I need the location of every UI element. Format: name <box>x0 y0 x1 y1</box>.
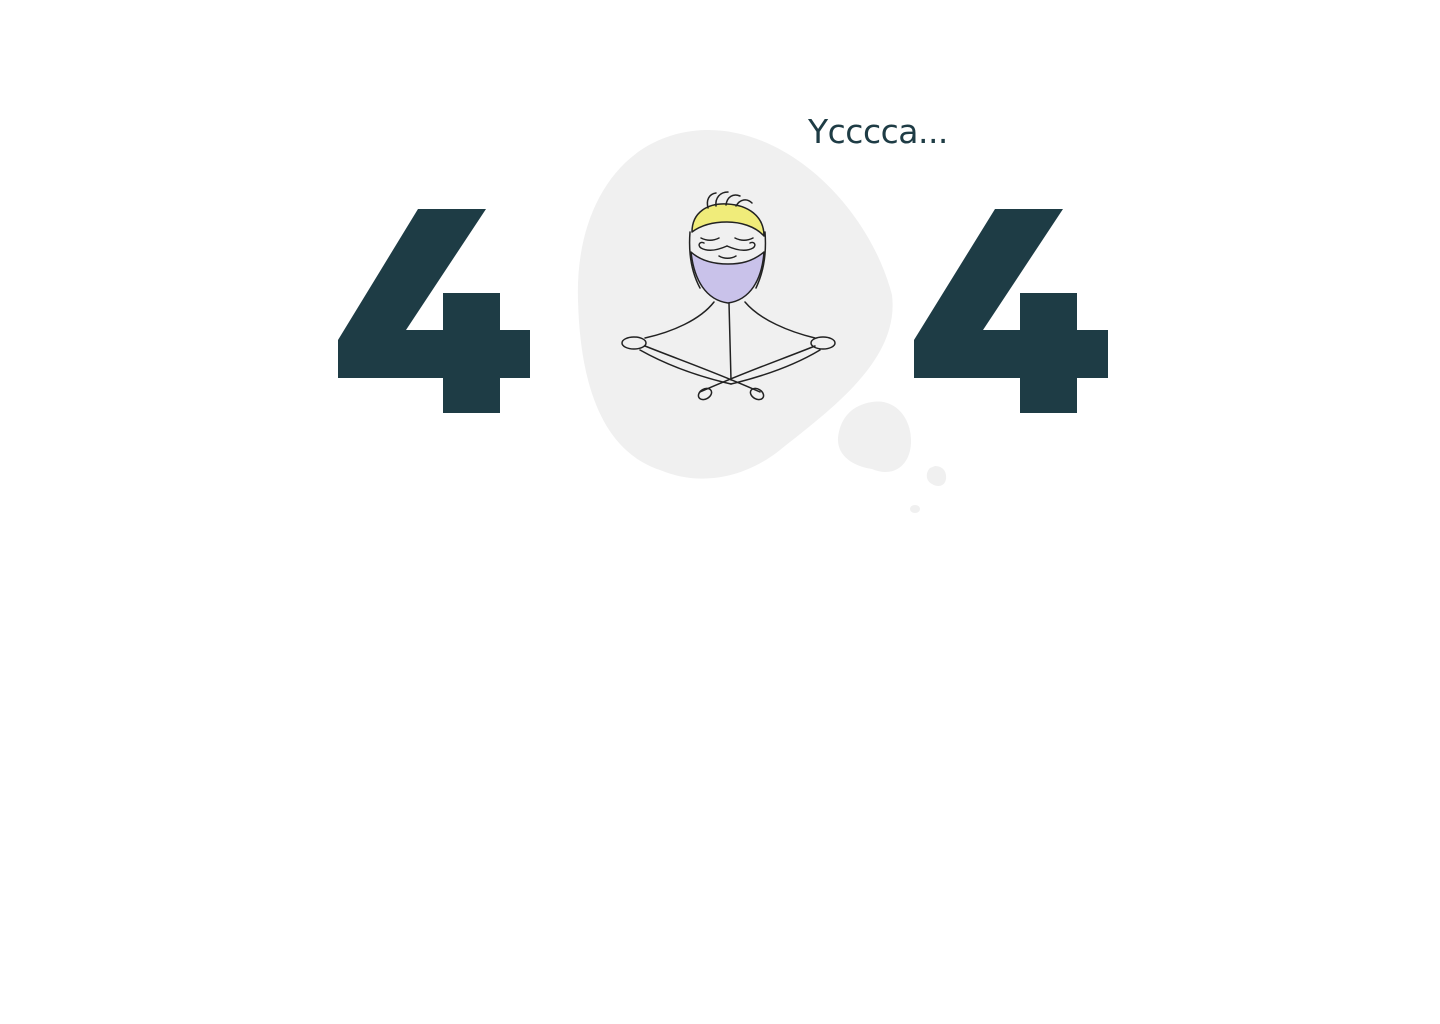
thought-bubble-large <box>837 401 912 472</box>
error-404-illustration <box>338 129 1108 513</box>
digit-four-left <box>338 209 530 413</box>
digit-four-right <box>914 209 1108 413</box>
error-404-page: Ycccca... <box>0 0 1440 1024</box>
error-message: Ycccca... <box>808 112 948 151</box>
thought-bubble-small <box>910 505 920 513</box>
thought-bubble-medium <box>926 466 947 487</box>
